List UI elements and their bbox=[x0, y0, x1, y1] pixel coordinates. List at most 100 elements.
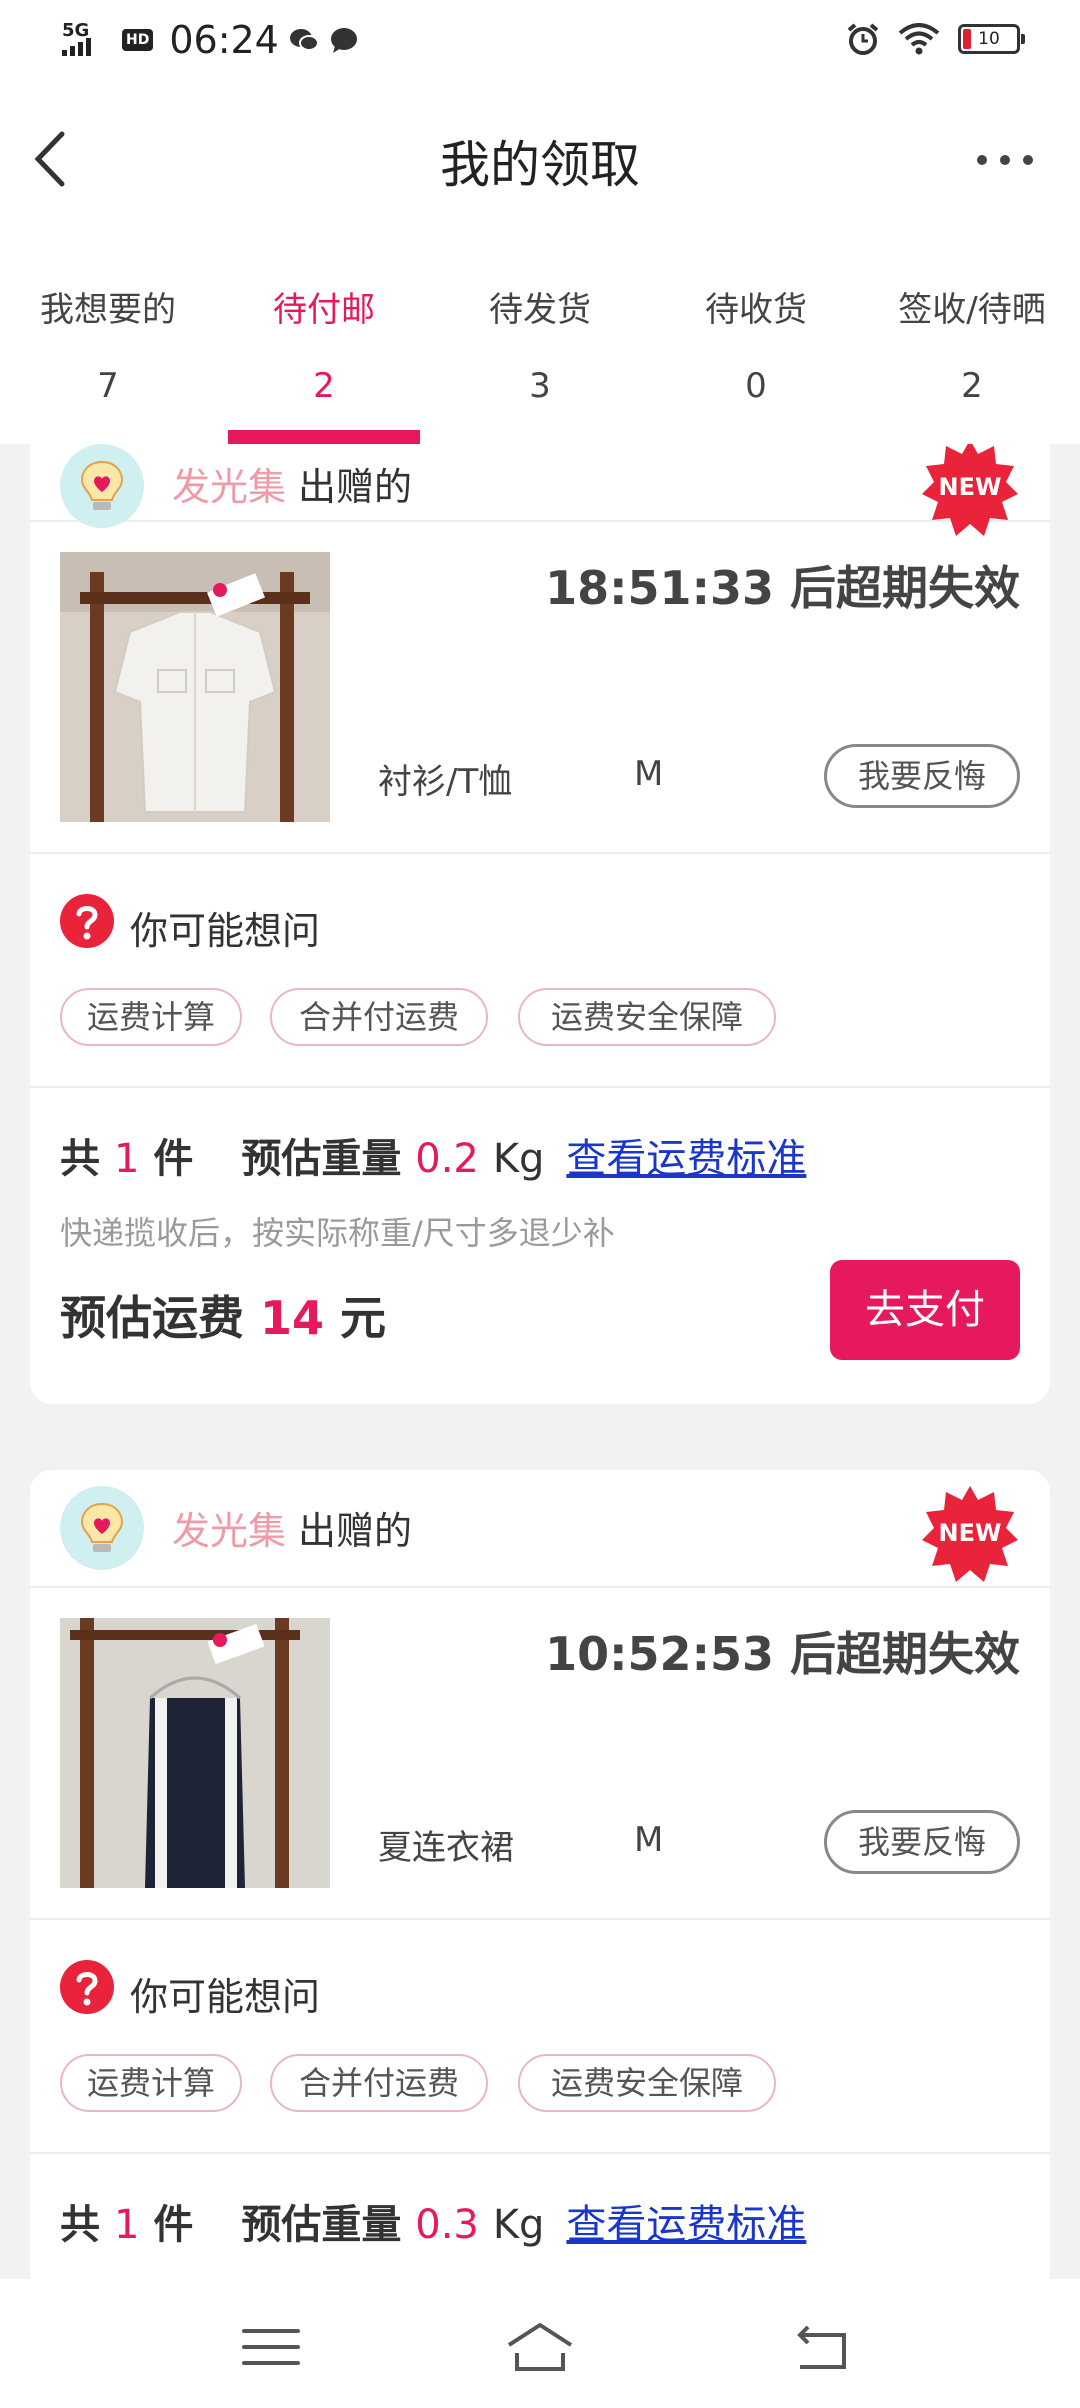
shirt-photo bbox=[60, 552, 330, 822]
order-summary: 共 1 件 预估重量 0.2 Kg 查看运费标准 bbox=[60, 1126, 806, 1184]
faq-chip-shipping-calc[interactable]: 运费计算 bbox=[60, 2054, 242, 2112]
item-category: 夏连衣裙 bbox=[378, 1828, 514, 1868]
tab-count: 0 bbox=[745, 366, 767, 406]
avatar[interactable] bbox=[60, 1486, 144, 1570]
system-nav-bar bbox=[0, 2279, 1080, 2408]
payment-section: 共 1 件 预估重量 0.3 Kg 查看运费标准 bbox=[30, 2154, 1050, 2279]
tab-wanted[interactable]: 我想要的 7 bbox=[0, 230, 216, 444]
fee-unit: 元 bbox=[340, 1291, 387, 1345]
back-nav-icon[interactable] bbox=[786, 2319, 856, 2375]
tab-pending-postage[interactable]: 待付邮 2 bbox=[216, 230, 432, 444]
sender-suffix: 出赠的 bbox=[298, 465, 413, 509]
faq-title: 你可能想问 bbox=[130, 909, 321, 953]
new-badge-label: NEW bbox=[938, 1519, 1002, 1547]
item-category: 衬衫/T恤 bbox=[378, 762, 513, 802]
status-bar: 5G HD 06:24 10 bbox=[0, 0, 1080, 80]
quantity-unit: 件 bbox=[153, 1136, 194, 1182]
fee-amount: 14 bbox=[260, 1291, 325, 1345]
tab-count: 2 bbox=[961, 366, 983, 406]
item-row[interactable]: 10:52:53 后超期失效 夏连衣裙 M 我要反悔 bbox=[30, 1588, 1050, 1920]
item-size: M bbox=[634, 1820, 664, 1860]
question-icon bbox=[60, 1960, 114, 2014]
tab-count: 2 bbox=[313, 366, 335, 406]
tab-label: 待付邮 bbox=[273, 290, 375, 330]
faq-chip-merge-shipping[interactable]: 合并付运费 bbox=[270, 988, 488, 1046]
weight-label: 预估重量 bbox=[241, 2202, 402, 2248]
weight-label: 预估重量 bbox=[241, 1136, 402, 1182]
tab-label: 我想要的 bbox=[40, 290, 176, 330]
sender-line: 发光集 出赠的 bbox=[172, 456, 412, 511]
item-row[interactable]: 18:51:33 后超期失效 衬衫/T恤 M 我要反悔 bbox=[30, 522, 1050, 854]
tab-label: 待发货 bbox=[489, 290, 591, 330]
hd-badge: HD bbox=[122, 29, 154, 51]
battery-level: 10 bbox=[978, 29, 1000, 49]
item-size: M bbox=[634, 754, 664, 794]
new-badge-label: NEW bbox=[938, 473, 1002, 501]
faq-chip-shipping-guarantee[interactable]: 运费安全保障 bbox=[518, 988, 776, 1046]
brand-name[interactable]: 发光集 bbox=[172, 465, 286, 509]
sender-suffix: 出赠的 bbox=[298, 1509, 413, 1553]
more-options-icon[interactable] bbox=[970, 140, 1040, 180]
signal-icon: 5G bbox=[62, 20, 112, 60]
order-list[interactable]: 发光集 出赠的 NEW 18:51:33 后超期失效 衬衫/T恤 M 我要反悔 … bbox=[0, 444, 1080, 2279]
shipping-standard-link[interactable]: 查看运费标准 bbox=[566, 2202, 806, 2248]
menu-icon[interactable] bbox=[236, 2319, 306, 2375]
item-photo[interactable] bbox=[60, 1618, 330, 1888]
message-icon bbox=[330, 28, 357, 53]
brand-name[interactable]: 发光集 bbox=[172, 1509, 286, 1553]
fee-label: 预估运费 bbox=[60, 1291, 244, 1345]
pay-button[interactable]: 去支付 bbox=[830, 1260, 1020, 1360]
wechat-icon bbox=[289, 29, 319, 51]
battery-icon: 10 bbox=[958, 24, 1025, 54]
card-header: 发光集 出赠的 NEW bbox=[30, 1470, 1050, 1588]
alarm-icon bbox=[847, 23, 879, 55]
total-prefix: 共 bbox=[60, 2202, 100, 2248]
faq-chip-shipping-calc[interactable]: 运费计算 bbox=[60, 988, 242, 1046]
lightbulb-heart-icon bbox=[80, 460, 124, 510]
expiry-countdown: 10:52:53 后超期失效 bbox=[545, 1627, 1020, 1681]
dress-photo bbox=[60, 1618, 330, 1888]
estimated-fee: 预估运费 14 元 bbox=[60, 1282, 386, 1348]
order-card: 发光集 出赠的 NEW bbox=[30, 444, 1050, 1404]
sender-line: 发光集 出赠的 bbox=[172, 1500, 412, 1555]
regret-button[interactable]: 我要反悔 bbox=[824, 744, 1020, 808]
new-badge: NEW bbox=[918, 1482, 1022, 1586]
home-icon[interactable] bbox=[505, 2319, 575, 2375]
question-icon bbox=[60, 894, 114, 948]
status-tabs: 我想要的 7 待付邮 2 待发货 3 待收货 0 签收/待晒 2 bbox=[0, 230, 1080, 444]
status-time: 06:24 bbox=[169, 18, 279, 62]
wifi-icon bbox=[898, 23, 940, 55]
shipping-standard-link[interactable]: 查看运费标准 bbox=[566, 1136, 806, 1182]
estimated-weight: 0.2 bbox=[415, 1136, 479, 1182]
order-card: 发光集 出赠的 NEW bbox=[30, 1470, 1050, 2279]
regret-button[interactable]: 我要反悔 bbox=[824, 1810, 1020, 1874]
expiry-countdown: 18:51:33 后超期失效 bbox=[545, 561, 1020, 615]
total-prefix: 共 bbox=[60, 1136, 100, 1182]
nav-bar: 我的领取 bbox=[0, 80, 1080, 230]
quantity-unit: 件 bbox=[153, 2202, 194, 2248]
order-summary: 共 1 件 预估重量 0.3 Kg 查看运费标准 bbox=[60, 2192, 806, 2250]
payment-section: 共 1 件 预估重量 0.2 Kg 查看运费标准 快递揽收后，按实际称重/尺寸多退… bbox=[30, 1088, 1050, 1398]
card-header: 发光集 出赠的 NEW bbox=[30, 444, 1050, 536]
weight-unit: Kg bbox=[492, 1136, 545, 1182]
tab-label: 待收货 bbox=[705, 290, 807, 330]
tab-pending-receipt[interactable]: 待收货 0 bbox=[648, 230, 864, 444]
faq-title: 你可能想问 bbox=[130, 1975, 321, 2019]
faq-section: 你可能想问 运费计算 合并付运费 运费安全保障 bbox=[30, 854, 1050, 1088]
faq-chip-shipping-guarantee[interactable]: 运费安全保障 bbox=[518, 2054, 776, 2112]
estimated-weight: 0.3 bbox=[415, 2202, 479, 2248]
tab-signed-review[interactable]: 签收/待晒 2 bbox=[864, 230, 1080, 444]
tab-pending-shipment[interactable]: 待发货 3 bbox=[432, 230, 648, 444]
item-quantity: 1 bbox=[113, 1136, 140, 1182]
page-title: 我的领取 bbox=[440, 136, 640, 194]
weight-unit: Kg bbox=[492, 2202, 545, 2248]
lightbulb-heart-icon bbox=[80, 1502, 124, 1552]
avatar[interactable] bbox=[60, 444, 144, 528]
faq-chip-merge-shipping[interactable]: 合并付运费 bbox=[270, 2054, 488, 2112]
weight-note: 快递揽收后，按实际称重/尺寸多退少补 bbox=[60, 1214, 615, 1252]
item-quantity: 1 bbox=[113, 2202, 140, 2248]
faq-section: 你可能想问 运费计算 合并付运费 运费安全保障 bbox=[30, 1920, 1050, 2154]
item-photo[interactable] bbox=[60, 552, 330, 822]
tab-label: 签收/待晒 bbox=[898, 290, 1046, 330]
tab-indicator bbox=[228, 430, 420, 444]
